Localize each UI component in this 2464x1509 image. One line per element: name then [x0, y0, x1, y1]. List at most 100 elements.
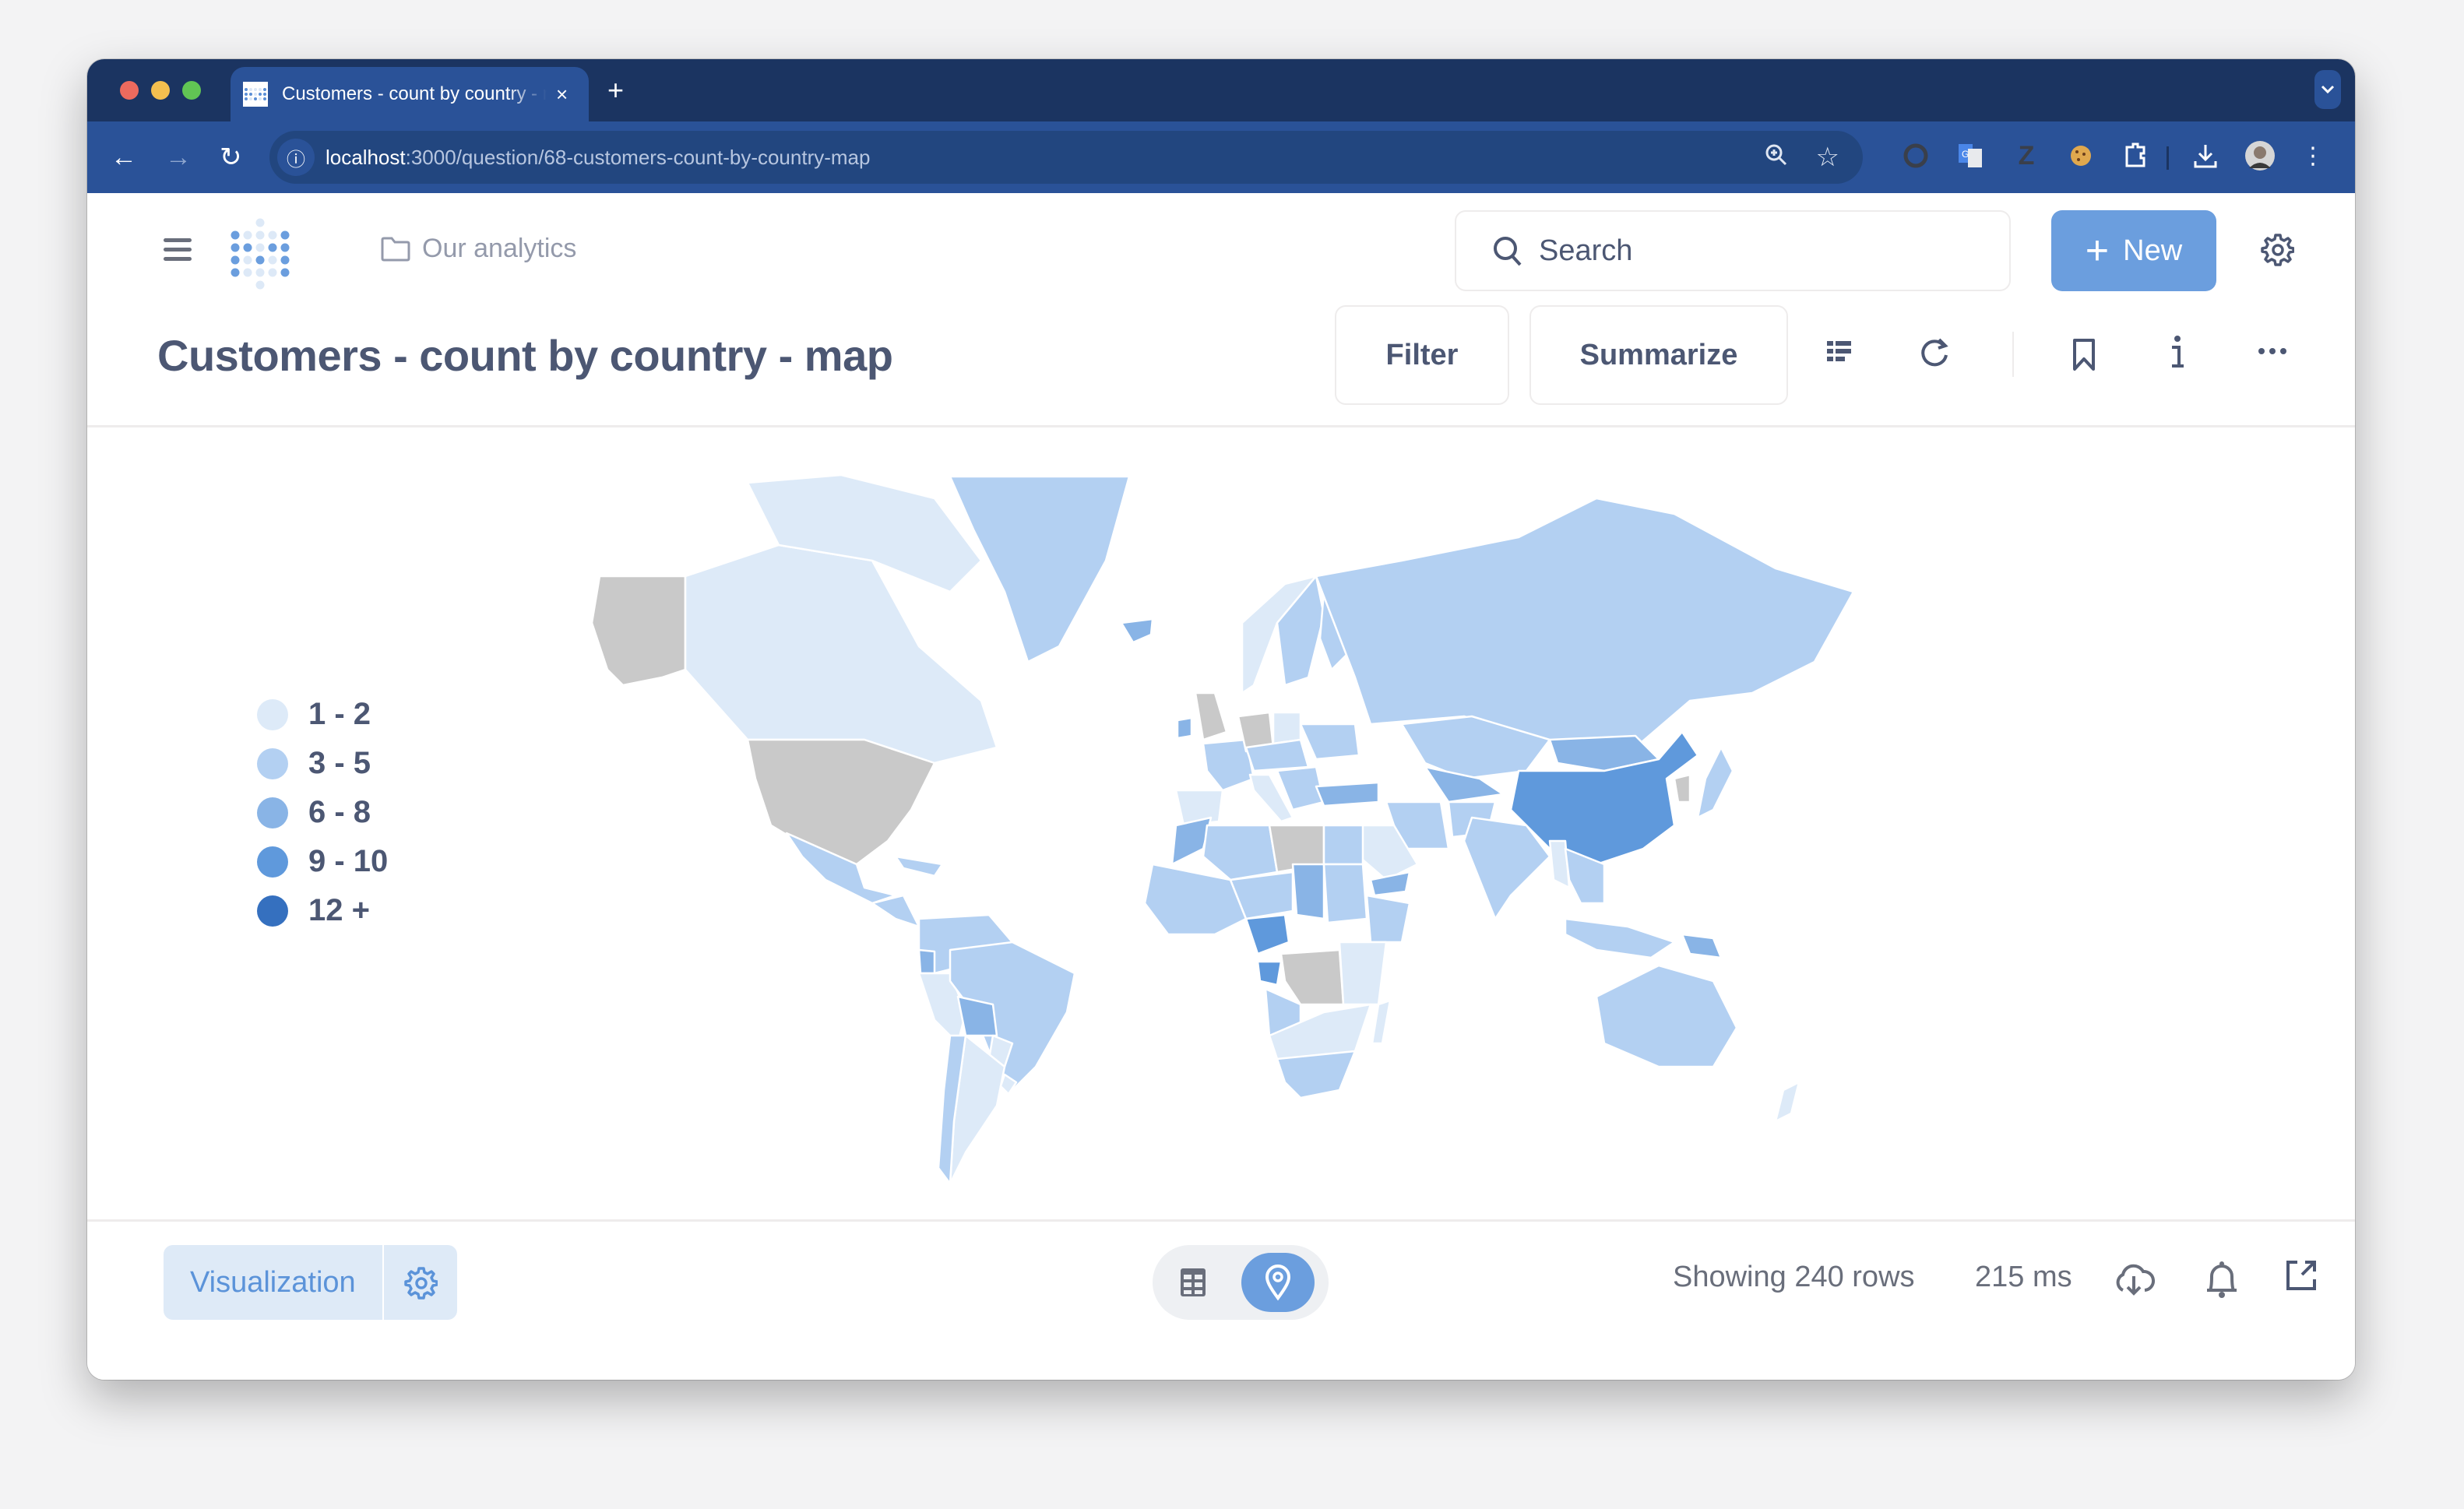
- country-region-new-zealand[interactable]: [1774, 1081, 1800, 1123]
- url-path: :3000/question/68-customers-count-by-cou…: [405, 145, 871, 169]
- map-view-toggle[interactable]: [1241, 1253, 1315, 1312]
- address-bar[interactable]: ⓘ localhost:3000/question/68-customers-c…: [269, 131, 1863, 184]
- header-divider: [2012, 332, 2014, 377]
- more-options-icon[interactable]: [2257, 346, 2288, 360]
- search-icon: [1494, 237, 1522, 266]
- country-region-australia[interactable]: [1595, 964, 1738, 1068]
- country-region-ukraine[interactable]: [1299, 723, 1360, 761]
- country-region-madagascar[interactable]: [1371, 999, 1392, 1045]
- country-region-russia[interactable]: [1315, 497, 1855, 749]
- google-translate-icon[interactable]: G: [1955, 139, 1986, 173]
- tab-close-icon[interactable]: ×: [556, 83, 568, 107]
- visualization-settings-button[interactable]: [383, 1245, 457, 1320]
- country-region-caribbean[interactable]: [894, 855, 944, 878]
- visualization-controls: Visualization: [164, 1245, 457, 1320]
- extension-circle-icon[interactable]: [1900, 139, 1931, 173]
- visualization-button[interactable]: Visualization: [164, 1245, 382, 1320]
- back-button[interactable]: ←: [111, 139, 137, 176]
- country-region-south-africa[interactable]: [1276, 1050, 1357, 1099]
- window-controls: [120, 81, 201, 100]
- question-footer: Visualization Showing 240 rows 215 ms: [87, 1219, 2355, 1380]
- map-visualization: 1 - 23 - 56 - 89 - 10 12 +: [87, 427, 2355, 1221]
- new-tab-button[interactable]: +: [607, 75, 624, 106]
- country-region-yemen[interactable]: [1369, 871, 1411, 897]
- close-window-button[interactable]: [120, 81, 139, 100]
- country-region-algeria[interactable]: [1202, 824, 1279, 881]
- folder-icon: [381, 237, 410, 261]
- download-results-icon[interactable]: [2112, 1259, 2156, 1302]
- browser-menu-icon[interactable]: ⋮: [2297, 139, 2328, 173]
- metabase-favicon-icon: [243, 82, 268, 107]
- country-region-ethiopia[interactable]: [1365, 894, 1411, 944]
- extensions-puzzle-icon[interactable]: [2120, 139, 2151, 173]
- maximize-window-button[interactable]: [182, 81, 201, 100]
- forward-button[interactable]: →: [165, 139, 192, 176]
- country-region-turkey[interactable]: [1315, 781, 1380, 807]
- country-region-sudan[interactable]: [1322, 863, 1368, 924]
- country-region-korea[interactable]: [1673, 773, 1691, 804]
- app-top-nav: Our analytics Search + New: [87, 193, 2355, 299]
- breadcrumb-collection[interactable]: Our analytics: [380, 234, 576, 264]
- site-info-icon[interactable]: ⓘ: [277, 139, 315, 176]
- country-region-greenland[interactable]: [949, 475, 1131, 663]
- country-region-poland[interactable]: [1272, 711, 1302, 745]
- notebook-editor-icon[interactable]: [1825, 338, 1853, 370]
- browser-tab[interactable]: Customers - count by country - map ×: [231, 67, 589, 121]
- question-title[interactable]: Customers - count by country - map: [157, 330, 893, 381]
- minimize-window-button[interactable]: [151, 81, 170, 100]
- alert-bell-icon[interactable]: [2202, 1259, 2241, 1303]
- info-icon[interactable]: [2168, 335, 2187, 375]
- plus-icon: +: [2085, 228, 2110, 273]
- tab-search-button[interactable]: [2314, 70, 2341, 109]
- reload-button[interactable]: ↻: [220, 139, 242, 176]
- country-region-japan[interactable]: [1696, 746, 1734, 819]
- refresh-icon[interactable]: [1917, 336, 1952, 375]
- sidebar-toggle-hamburger-icon[interactable]: [164, 238, 192, 266]
- country-region-chad[interactable]: [1291, 863, 1325, 920]
- country-region-nigeria[interactable]: [1244, 913, 1290, 955]
- query-time: 215 ms: [1975, 1261, 2072, 1293]
- world-choropleth-map[interactable]: [87, 427, 2355, 1221]
- country-region-indonesia[interactable]: [1564, 917, 1676, 959]
- country-region-papua-new-guinea[interactable]: [1681, 933, 1723, 959]
- settings-gear-icon[interactable]: [2260, 232, 2295, 270]
- downloads-icon[interactable]: [2190, 139, 2221, 173]
- share-external-link-icon[interactable]: [2285, 1259, 2318, 1296]
- bookmark-icon[interactable]: [2072, 338, 2096, 376]
- profile-avatar[interactable]: [2244, 139, 2276, 173]
- summarize-button[interactable]: Summarize: [1529, 305, 1788, 405]
- chevron-down-icon: [2321, 85, 2335, 94]
- url-text: localhost:3000/question/68-customers-cou…: [326, 146, 870, 170]
- search-input[interactable]: Search: [1455, 210, 2011, 291]
- country-region-east-africa[interactable]: [1338, 941, 1388, 1006]
- breadcrumb-label: Our analytics: [422, 234, 577, 263]
- row-count: Showing 240 rows: [1673, 1261, 1915, 1293]
- country-region-ireland[interactable]: [1176, 716, 1193, 740]
- bookmark-star-icon[interactable]: ☆: [1816, 142, 1839, 173]
- browser-window: Customers - count by country - map × + ←…: [87, 59, 2355, 1380]
- filter-button[interactable]: Filter: [1335, 305, 1509, 405]
- new-button[interactable]: + New: [2051, 210, 2216, 291]
- table-view-toggle[interactable]: [1177, 1264, 1209, 1305]
- metabase-logo[interactable]: [229, 216, 291, 291]
- country-region-ecuador[interactable]: [917, 948, 936, 975]
- toolbar-divider: [2167, 146, 2169, 170]
- country-region-gabon[interactable]: [1256, 960, 1283, 987]
- country-region-iceland[interactable]: [1120, 617, 1154, 644]
- url-host: localhost: [326, 145, 406, 169]
- country-region-alaska[interactable]: [590, 575, 687, 687]
- browser-toolbar: ← → ↻ ⓘ localhost:3000/question/68-custo…: [87, 121, 2355, 193]
- country-region-uk[interactable]: [1194, 691, 1228, 741]
- cookie-extension-icon[interactable]: [2065, 139, 2096, 173]
- country-region-egypt[interactable]: [1322, 824, 1364, 866]
- country-region-usa[interactable]: [746, 738, 936, 866]
- zoom-icon[interactable]: [1765, 143, 1788, 172]
- gear-icon: [403, 1267, 438, 1300]
- metabase-app: Our analytics Search + New Customers - c…: [87, 193, 2355, 1380]
- svg-text:G: G: [1962, 149, 1969, 160]
- question-header: Customers - count by country - map Filte…: [87, 299, 2355, 427]
- search-placeholder: Search: [1539, 234, 1633, 267]
- country-region-drc[interactable]: [1280, 948, 1345, 1006]
- z-extension-icon[interactable]: Z: [2011, 139, 2042, 173]
- new-button-label: New: [2123, 234, 2183, 267]
